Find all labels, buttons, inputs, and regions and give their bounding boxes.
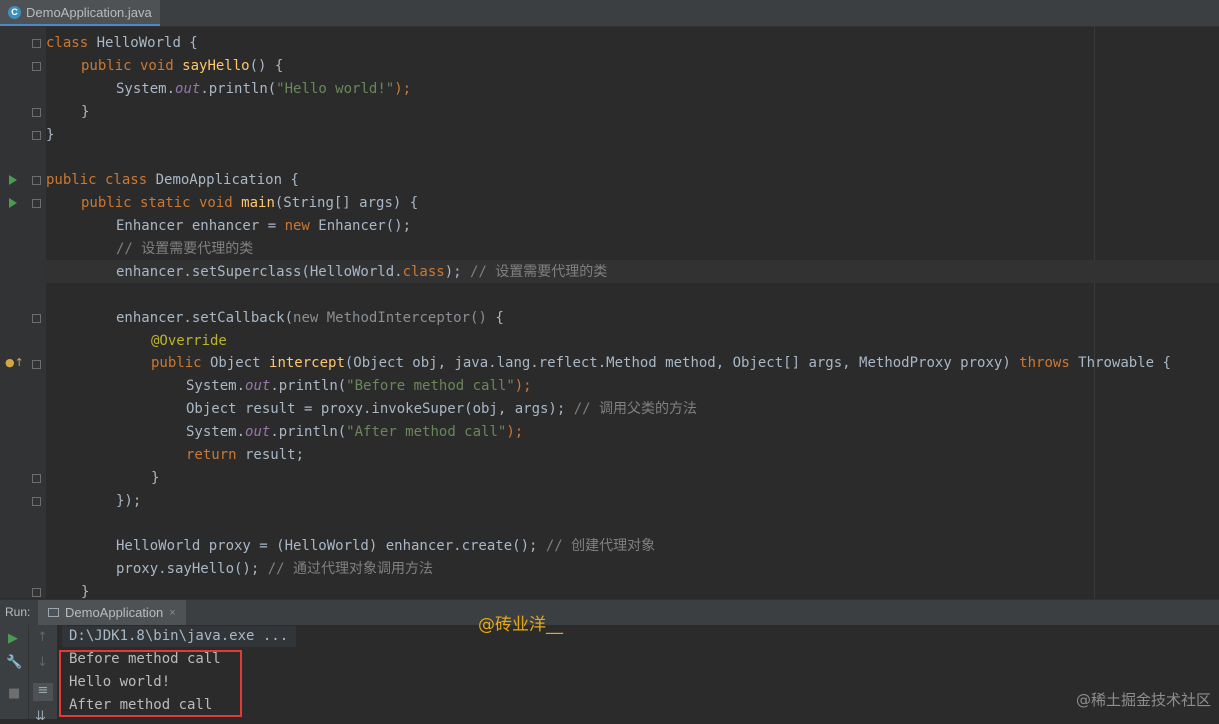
fold-icon[interactable] <box>32 314 41 323</box>
code-line: Object result = proxy.invokeSuper(obj, a… <box>186 401 698 417</box>
code-line: public void sayHello() { <box>81 58 284 74</box>
code-line: public static void main(String[] args) { <box>81 195 419 211</box>
code-line: System.out.println("After method call"); <box>186 424 524 440</box>
code-comment-line: // 设置需要代理的类 <box>116 241 254 257</box>
code-editor[interactable]: ●↑ class HelloWorld { public void sayHel… <box>0 27 1219 598</box>
run-toolbar: ▶ 🔧 ■ <box>0 625 28 719</box>
output-highlight-box <box>59 650 242 717</box>
code-line: } <box>151 470 160 486</box>
code-annotation-line: @Override <box>151 333 227 349</box>
code-line: return result; <box>186 447 305 463</box>
run-header: Run: DemoApplication × @砖业洋__ <box>0 600 1219 635</box>
code-line: proxy.sayHello(); // 通过代理对象调用方法 <box>116 561 434 577</box>
code-line: class HelloWorld { <box>46 35 198 51</box>
code-line: System.out.println("Hello world!"); <box>116 81 412 97</box>
fold-icon[interactable] <box>32 131 41 140</box>
tab-label: DemoApplication.java <box>26 4 152 20</box>
site-watermark: @稀土掘金技术社区 <box>1075 691 1211 709</box>
fold-icon[interactable] <box>32 474 41 483</box>
run-label: Run: <box>5 605 31 619</box>
arrow-up-icon[interactable]: ↑ <box>37 630 48 645</box>
stop-icon[interactable]: ■ <box>8 686 20 701</box>
code-line: Enhancer enhancer = new Enhancer(); <box>116 218 412 234</box>
fold-icon[interactable] <box>32 497 41 506</box>
code-line: } <box>46 127 55 143</box>
editor-tab-bar: C DemoApplication.java <box>0 0 1219 27</box>
scroll-to-end-icon[interactable]: ⇊ <box>35 709 46 724</box>
override-method-icon[interactable]: ●↑ <box>5 356 24 369</box>
run-main-icon[interactable] <box>9 198 17 208</box>
run-tab-label: DemoApplication <box>65 605 164 620</box>
fold-icon[interactable] <box>32 588 41 597</box>
soft-wrap-icon[interactable]: ≡ <box>33 683 53 701</box>
fold-icon[interactable] <box>32 108 41 117</box>
close-icon[interactable]: × <box>169 607 175 619</box>
code-line: }); <box>116 493 142 509</box>
run-tool-window: Run: DemoApplication × @砖业洋__ ▶ 🔧 ■ ↑ ↓ … <box>0 599 1219 724</box>
author-watermark: @砖业洋__ <box>478 615 563 635</box>
rerun-icon[interactable]: ▶ <box>8 631 18 646</box>
code-line: System.out.println("Before method call")… <box>186 378 532 394</box>
fold-icon[interactable] <box>32 62 41 71</box>
code-line: } <box>81 584 90 598</box>
wrench-icon[interactable]: 🔧 <box>6 655 22 670</box>
code-line: enhancer.setSuperclass(HelloWorld.class)… <box>116 264 608 280</box>
code-line: enhancer.setCallback(new MethodIntercept… <box>116 310 504 326</box>
fold-icon[interactable] <box>32 176 41 185</box>
fold-icon[interactable] <box>32 199 41 208</box>
console-icon <box>48 608 59 617</box>
console-toolbar: ↑ ↓ ≡ ⇊ <box>28 625 57 724</box>
code-line: HelloWorld proxy = (HelloWorld) enhancer… <box>116 538 656 554</box>
right-margin-guide <box>1094 27 1095 598</box>
fold-icon[interactable] <box>32 39 41 48</box>
fold-icon[interactable] <box>32 360 41 369</box>
run-class-icon[interactable] <box>9 175 17 185</box>
arrow-down-icon[interactable]: ↓ <box>37 655 48 670</box>
code-line: } <box>81 104 90 120</box>
tab-demo-application[interactable]: C DemoApplication.java <box>0 0 160 26</box>
code-line: public class DemoApplication { <box>46 172 299 188</box>
console-command: D:\JDK1.8\bin\java.exe ... <box>69 628 289 644</box>
java-class-icon: C <box>8 5 21 19</box>
code-line: public Object intercept(Object obj, java… <box>151 355 1171 371</box>
run-tab-demo-application[interactable]: DemoApplication × <box>38 600 186 625</box>
